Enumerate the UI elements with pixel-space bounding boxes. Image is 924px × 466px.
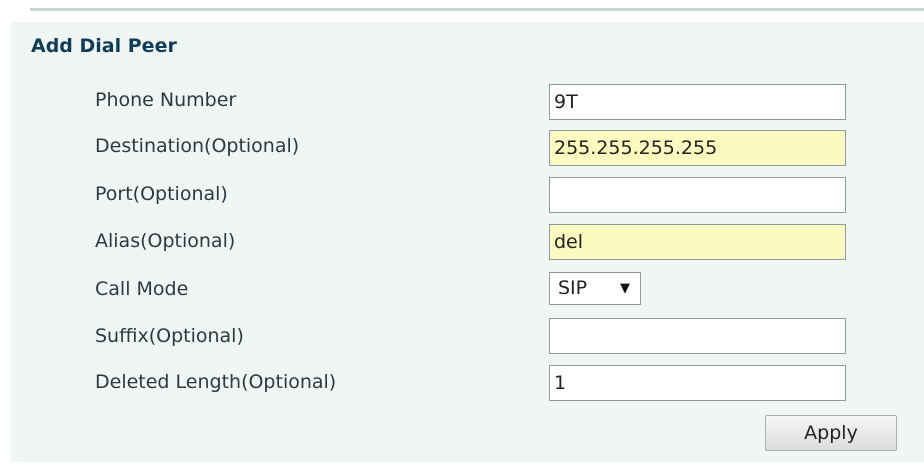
alias-label: Alias(Optional)	[95, 230, 236, 252]
port-input[interactable]	[549, 177, 846, 213]
suffix-input[interactable]	[549, 318, 846, 354]
destination-input[interactable]	[549, 130, 846, 166]
call-mode-label: Call Mode	[95, 278, 189, 300]
top-divider	[30, 8, 924, 11]
alias-input[interactable]	[549, 224, 846, 260]
panel-title: Add Dial Peer	[31, 35, 177, 57]
phone-number-input[interactable]	[549, 84, 846, 120]
deleted-length-label: Deleted Length(Optional)	[95, 371, 337, 393]
dropdown-arrow-icon: ▼	[620, 281, 630, 296]
destination-label: Destination(Optional)	[95, 135, 300, 157]
suffix-label: Suffix(Optional)	[95, 325, 244, 347]
deleted-length-input[interactable]	[549, 365, 846, 401]
apply-button[interactable]: Apply	[765, 415, 897, 451]
port-label: Port(Optional)	[95, 183, 228, 205]
call-mode-select[interactable]: SIP ▼	[549, 272, 641, 305]
call-mode-value: SIP	[558, 277, 588, 299]
phone-number-label: Phone Number	[95, 89, 237, 111]
add-dial-peer-panel: Add Dial Peer Phone Number Destination(O…	[11, 22, 924, 462]
